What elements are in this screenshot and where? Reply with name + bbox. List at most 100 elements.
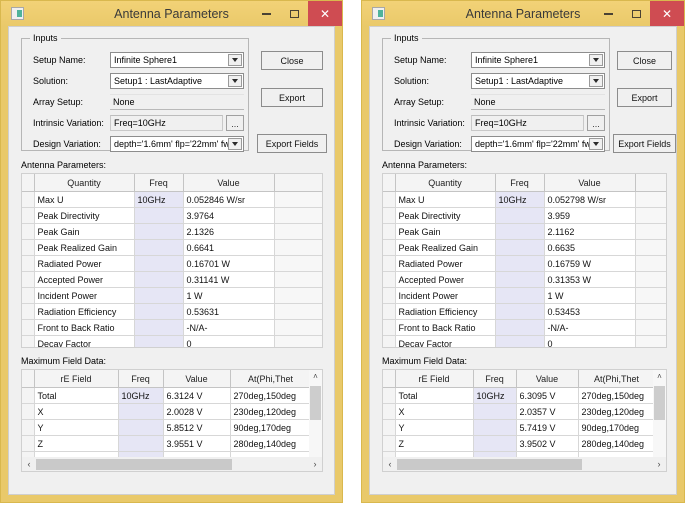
table-row[interactable]: X 2.0357 V 230deg,120deg: [383, 403, 656, 420]
cell-at-phi-theta[interactable]: 270deg,150deg: [578, 387, 656, 404]
maximum-field-data-table-container[interactable]: rE Field Freq Value At(Phi,Thet Total 10G…: [21, 369, 323, 472]
col-value[interactable]: Value: [544, 174, 636, 192]
cell-freq[interactable]: [134, 255, 184, 272]
cell-quantity[interactable]: Incident Power: [34, 287, 135, 304]
cell-freq[interactable]: [495, 239, 545, 256]
cell-value[interactable]: 0.53631: [183, 303, 275, 320]
antenna-parameters-table[interactable]: Quantity Freq Value Max U 10GHz 0.052798 W…: [383, 174, 666, 347]
close-button[interactable]: Close: [261, 51, 323, 70]
cell-freq[interactable]: [495, 271, 545, 288]
col-value[interactable]: Value: [516, 370, 579, 388]
vscroll-track[interactable]: [653, 384, 666, 457]
vscroll-thumb[interactable]: [310, 386, 321, 420]
table-row[interactable]: Radiated Power 0.16759 W: [383, 255, 666, 272]
table-row[interactable]: Y 5.7419 V 90deg,170deg: [383, 419, 656, 436]
col-value[interactable]: Value: [183, 174, 275, 192]
col-freq[interactable]: Freq: [495, 174, 545, 192]
col-quantity[interactable]: Quantity: [34, 174, 135, 192]
cell-freq[interactable]: [495, 303, 545, 320]
cell-freq[interactable]: [134, 223, 184, 240]
col-at-phi-theta[interactable]: At(Phi,Thet: [578, 370, 656, 388]
col-quantity[interactable]: Quantity: [395, 174, 496, 192]
table-row[interactable]: Front to Back Ratio -N/A-: [383, 319, 666, 336]
cell-value[interactable]: 3.959: [544, 207, 636, 224]
cell-freq[interactable]: [495, 255, 545, 272]
cell-quantity[interactable]: Decay Factor: [395, 335, 496, 347]
cell-re-field[interactable]: Total: [395, 387, 474, 404]
row-select-corner[interactable]: [22, 174, 35, 192]
export-button[interactable]: Export: [261, 88, 323, 107]
row-selector[interactable]: [383, 303, 396, 320]
cell-quantity[interactable]: Max U: [34, 191, 135, 208]
maximize-button[interactable]: [622, 1, 650, 26]
table-row[interactable]: Accepted Power 0.31141 W: [22, 271, 322, 288]
row-selector[interactable]: [383, 207, 396, 224]
row-selector[interactable]: [383, 191, 396, 208]
cell-quantity[interactable]: Peak Directivity: [34, 207, 135, 224]
table-row[interactable]: Peak Realized Gain 0.6635: [383, 239, 666, 256]
antenna-parameters-window-left[interactable]: Antenna Parameters ✕ Inputs Setup Name: …: [0, 0, 343, 503]
cell-freq[interactable]: [495, 207, 545, 224]
cell-quantity[interactable]: Decay Factor: [34, 335, 135, 347]
cell-value[interactable]: -N/A-: [544, 319, 636, 336]
export-fields-button[interactable]: Export Fields: [257, 134, 327, 153]
cell-value[interactable]: 0.6635: [544, 239, 636, 256]
cell-freq[interactable]: [118, 403, 164, 420]
row-selector[interactable]: [22, 239, 35, 256]
cell-value[interactable]: 0.16759 W: [544, 255, 636, 272]
scroll-right-icon[interactable]: ›: [308, 459, 322, 469]
cell-value[interactable]: 2.1326: [183, 223, 275, 240]
row-selector[interactable]: [383, 239, 396, 256]
cell-value[interactable]: 0.31353 W: [544, 271, 636, 288]
cell-freq[interactable]: [134, 287, 184, 304]
cell-value[interactable]: 1 W: [544, 287, 636, 304]
table-row[interactable]: Front to Back Ratio -N/A-: [22, 319, 322, 336]
cell-quantity[interactable]: Radiated Power: [395, 255, 496, 272]
chevron-down-icon[interactable]: [228, 54, 242, 66]
row-selector[interactable]: [383, 435, 396, 452]
col-freq[interactable]: Freq: [134, 174, 184, 192]
cell-freq[interactable]: [134, 239, 184, 256]
row-selector[interactable]: [383, 403, 396, 420]
table-row[interactable]: Peak Directivity 3.9764: [22, 207, 322, 224]
row-selector[interactable]: [22, 403, 35, 420]
row-select-corner[interactable]: [383, 174, 396, 192]
col-re-field[interactable]: rE Field: [34, 370, 119, 388]
row-selector[interactable]: [22, 287, 35, 304]
antenna-parameters-window-right[interactable]: Antenna Parameters ✕ Inputs Setup Name: …: [361, 0, 685, 503]
cell-quantity[interactable]: Accepted Power: [34, 271, 135, 288]
scroll-up-icon[interactable]: ˄: [313, 370, 318, 384]
chevron-down-icon[interactable]: [589, 54, 603, 66]
cell-re-field[interactable]: X: [395, 403, 474, 420]
row-selector[interactable]: [22, 387, 35, 404]
minimize-button[interactable]: [594, 1, 622, 26]
cell-freq[interactable]: [495, 287, 545, 304]
row-selector[interactable]: [22, 335, 35, 347]
hscroll-track[interactable]: [36, 458, 308, 470]
table-row[interactable]: Decay Factor 0: [22, 335, 322, 347]
setup-name-combobox[interactable]: Infinite Sphere1: [110, 52, 244, 68]
table-row[interactable]: Z 3.9502 V 280deg,140deg: [383, 435, 656, 452]
chevron-down-icon[interactable]: [228, 138, 242, 150]
cell-freq[interactable]: [134, 207, 184, 224]
hscroll-thumb[interactable]: [397, 458, 582, 470]
scroll-left-icon[interactable]: ‹: [383, 459, 397, 469]
cell-freq[interactable]: [495, 319, 545, 336]
cell-freq[interactable]: [495, 223, 545, 240]
chevron-down-icon[interactable]: [589, 75, 603, 87]
cell-re-field[interactable]: Y: [34, 419, 119, 436]
col-freq[interactable]: Freq: [473, 370, 517, 388]
cell-re-field[interactable]: Z: [34, 435, 119, 452]
design-variation-combobox[interactable]: depth='1.6mm' flp='22mm' fwp=: [471, 136, 605, 152]
antenna-parameters-table-container[interactable]: Quantity Freq Value Max U 10GHz 0.052846 W…: [21, 173, 323, 348]
table-row[interactable]: Total 10GHz 6.3124 V 270deg,150deg: [22, 387, 312, 404]
cell-freq[interactable]: [473, 419, 517, 436]
cell-value[interactable]: 2.1162: [544, 223, 636, 240]
cell-freq[interactable]: [495, 335, 545, 347]
cell-value[interactable]: 0: [183, 335, 275, 347]
cell-freq[interactable]: 10GHz: [118, 387, 164, 404]
row-selector[interactable]: [383, 319, 396, 336]
chevron-down-icon[interactable]: [589, 138, 603, 150]
cell-freq[interactable]: [134, 271, 184, 288]
cell-value[interactable]: 3.9551 V: [163, 435, 231, 452]
